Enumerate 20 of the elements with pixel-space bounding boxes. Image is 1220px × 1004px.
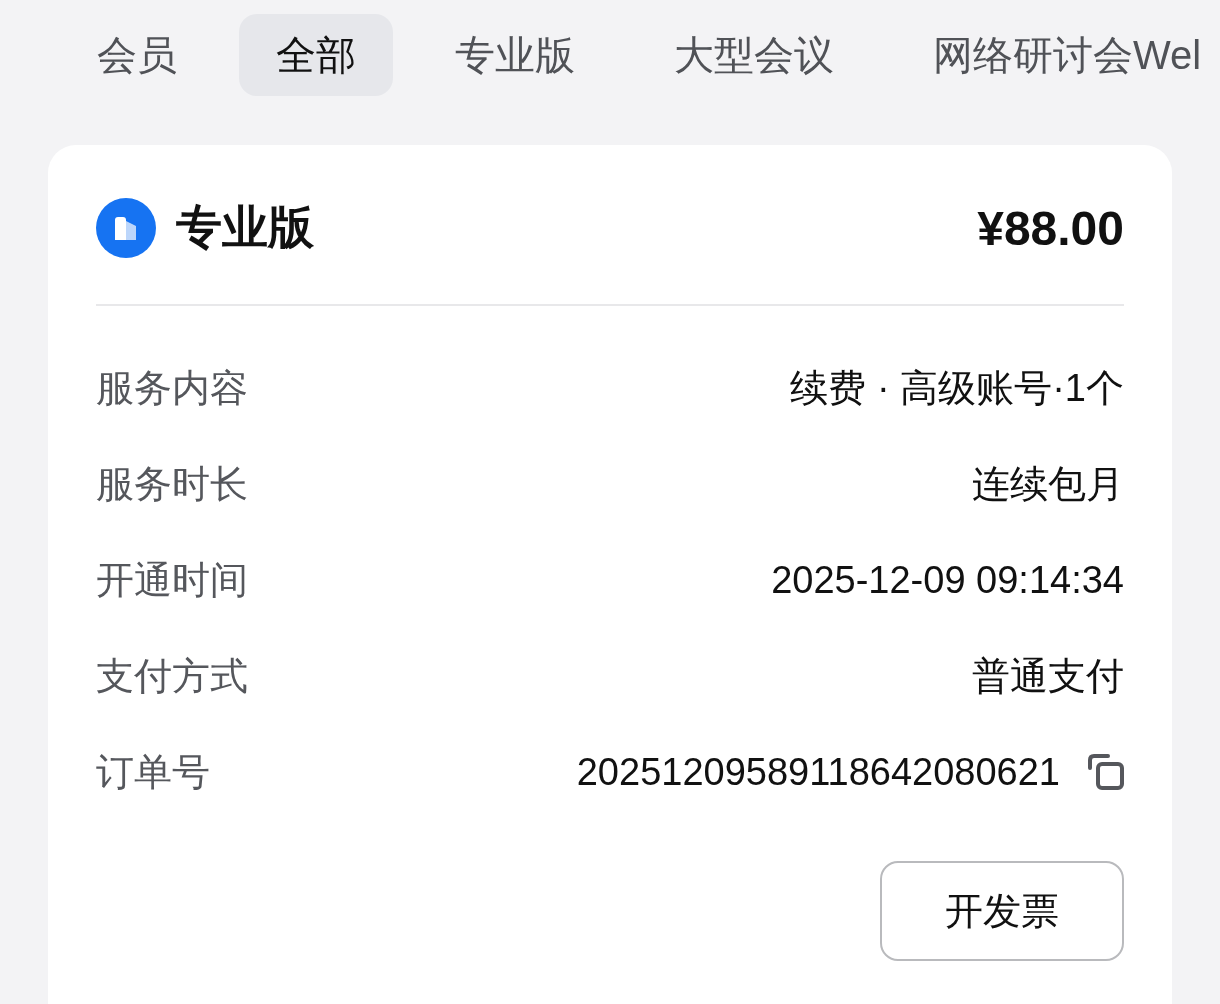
detail-value: 20251209589118642080621 [576,750,1060,794]
detail-label: 支付方式 [96,653,248,699]
detail-label: 服务时长 [96,461,248,507]
detail-value: 连续包月 [972,461,1124,507]
detail-label: 服务内容 [96,365,248,411]
detail-label: 开通时间 [96,557,248,603]
category-tab[interactable]: 会员 [60,14,214,96]
category-tab[interactable]: 网络研讨会Wel [896,14,1220,96]
plan-title: 专业版 [176,200,314,255]
price-amount: ¥88.00 [977,200,1124,256]
category-tab[interactable]: 专业版 [418,14,612,96]
copy-icon[interactable] [1088,754,1124,790]
detail-value: 续费 · 高级账号·1个 [790,365,1124,411]
category-tab[interactable]: 全部 [239,14,393,96]
category-tab[interactable]: 大型会议 [637,14,871,96]
detail-value: 2025-12-09 09:14:34 [771,558,1124,602]
detail-label: 订单号 [96,749,210,795]
building-icon [96,198,156,258]
invoice-button[interactable]: 开发票 [880,861,1124,961]
detail-value: 普通支付 [972,653,1124,699]
